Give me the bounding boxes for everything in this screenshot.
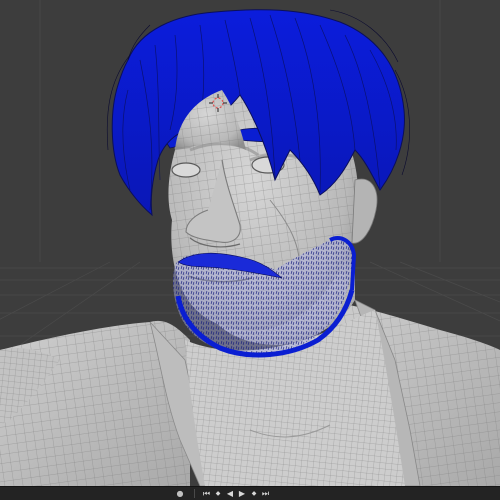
- record-icon[interactable]: ●: [175, 488, 185, 499]
- play-icon[interactable]: ▶: [237, 488, 247, 499]
- toolbar-divider: [194, 489, 195, 498]
- play-reverse-icon[interactable]: ◀: [225, 488, 235, 499]
- 3d-viewport[interactable]: [0, 0, 500, 486]
- left-eye: [171, 162, 201, 178]
- jump-to-end-icon[interactable]: ⏭: [260, 488, 271, 499]
- playback-bar: ● ⏮ ◆ ◀ ▶ ◆ ⏭: [0, 486, 500, 500]
- previous-keyframe-icon[interactable]: ◆: [213, 488, 223, 499]
- next-keyframe-icon[interactable]: ◆: [249, 488, 259, 499]
- jump-to-start-icon[interactable]: ⏮: [201, 488, 212, 499]
- viewport-scene[interactable]: [0, 0, 500, 486]
